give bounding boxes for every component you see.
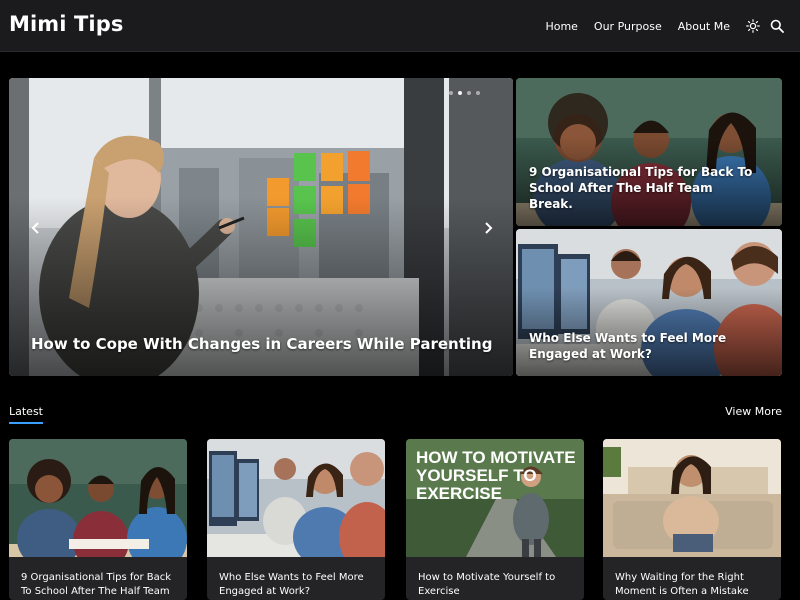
- search-icon[interactable]: [770, 19, 784, 33]
- post-thumbnail: [9, 439, 187, 557]
- post-card[interactable]: 9 Organisational Tips for Back To School…: [9, 439, 187, 600]
- post-title[interactable]: 9 Organisational Tips for Back To School…: [21, 571, 181, 599]
- hero-side-title[interactable]: Who Else Wants to Feel More Engaged at W…: [529, 330, 759, 362]
- hero-side-title[interactable]: 9 Organisational Tips for Back To School…: [529, 164, 759, 212]
- post-card[interactable]: Why Waiting for the Right Moment is Ofte…: [603, 439, 781, 600]
- thumbnail-text: EXERCISE: [416, 484, 502, 503]
- chevron-right-icon[interactable]: [481, 221, 495, 235]
- latest-heading: Latest: [9, 405, 43, 424]
- nav-item-our-purpose[interactable]: Our Purpose: [594, 20, 662, 33]
- post-title[interactable]: Who Else Wants to Feel More Engaged at W…: [219, 571, 379, 599]
- main-nav: Home Our Purpose About Me: [545, 0, 800, 52]
- nav-item-about-me[interactable]: About Me: [678, 20, 730, 33]
- hero-side-card[interactable]: Who Else Wants to Feel More Engaged at W…: [516, 229, 782, 376]
- site-logo[interactable]: Mimi Tips: [9, 12, 123, 36]
- slider-dot[interactable]: [476, 91, 480, 95]
- hero-main-title[interactable]: How to Cope With Changes in Careers Whil…: [31, 335, 492, 353]
- post-title[interactable]: Why Waiting for the Right Moment is Ofte…: [615, 571, 775, 599]
- hero-main-slide[interactable]: How to Cope With Changes in Careers Whil…: [9, 78, 513, 376]
- post-thumbnail: [207, 439, 385, 557]
- slider-dot-active[interactable]: [458, 91, 462, 95]
- slider-dots: [449, 91, 480, 95]
- chevron-left-icon[interactable]: [29, 221, 43, 235]
- thumbnail-text: HOW TO MOTIVATE: [416, 448, 576, 467]
- post-card[interactable]: HOW TO MOTIVATE YOURSELF TO EXERCISE How…: [406, 439, 584, 600]
- post-thumbnail: [603, 439, 781, 557]
- view-more-link[interactable]: View More: [725, 405, 782, 418]
- site-header: Mimi Tips Home Our Purpose About Me: [0, 0, 800, 52]
- thumbnail-text: YOURSELF TO: [416, 466, 537, 485]
- slider-dot[interactable]: [449, 91, 453, 95]
- post-thumbnail: HOW TO MOTIVATE YOURSELF TO EXERCISE: [406, 439, 584, 557]
- slider-dot[interactable]: [467, 91, 471, 95]
- post-card[interactable]: Who Else Wants to Feel More Engaged at W…: [207, 439, 385, 600]
- sun-icon[interactable]: [746, 19, 760, 33]
- nav-item-home[interactable]: Home: [545, 20, 577, 33]
- hero-side-card[interactable]: 9 Organisational Tips for Back To School…: [516, 78, 782, 226]
- post-title[interactable]: How to Motivate Yourself to Exercise: [418, 571, 578, 599]
